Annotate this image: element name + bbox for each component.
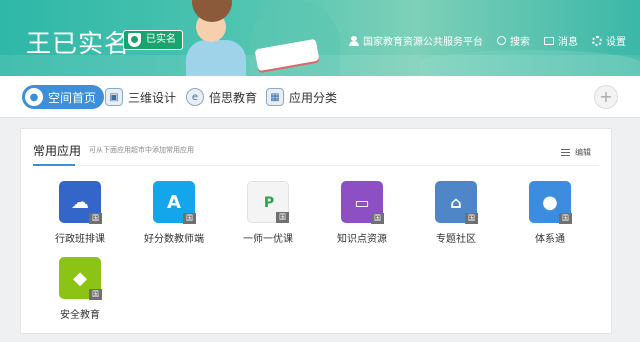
app-label: 体系通	[535, 234, 565, 245]
shield-icon	[128, 33, 141, 47]
app-label: 安全教育	[60, 310, 100, 321]
score-app-icon: A 国	[153, 181, 196, 224]
platform-link[interactable]: 国家教育资源公共服务平台	[349, 33, 483, 48]
settings-link[interactable]: 设置	[592, 33, 626, 48]
title-underline	[33, 164, 75, 166]
national-badge: 国	[371, 213, 384, 224]
settings-link-label: 设置	[606, 37, 626, 48]
app-label: 好分数教师端	[144, 234, 204, 245]
community-app-icon: ⌂ 国	[435, 181, 478, 224]
edit-button[interactable]: 编辑	[561, 147, 591, 158]
menu-icon	[561, 149, 570, 156]
edit-label: 编辑	[575, 148, 591, 157]
app-label: 行政班排课	[55, 234, 105, 245]
tab-space-home[interactable]: ● 空间首页	[22, 85, 105, 109]
person-icon	[349, 35, 359, 46]
category-icon: ▦	[266, 88, 284, 106]
platform-link-label: 国家教育资源公共服务平台	[363, 37, 483, 48]
national-badge: 国	[465, 213, 478, 224]
app-schedule[interactable]: ☁ 国 行政班排课	[40, 181, 120, 245]
home-icon: ●	[25, 88, 43, 106]
verified-badge: 已实名	[123, 30, 183, 50]
add-tab-button[interactable]: +	[594, 85, 618, 109]
national-badge: 国	[276, 212, 289, 223]
safety-app-icon: ◆ 国	[59, 257, 102, 300]
tab-app-category[interactable]: ▦ 应用分类	[263, 85, 345, 109]
messages-link-label: 消息	[558, 37, 578, 48]
app-system[interactable]: ● 国 体系通	[510, 181, 590, 245]
messages-link[interactable]: 消息	[544, 33, 578, 48]
tab-beisi-education[interactable]: e 倍思教育	[183, 85, 265, 109]
app-lesson[interactable]: P 国 一师一优课	[228, 181, 308, 245]
tab-label: 空间首页	[48, 90, 97, 105]
search-link-label: 搜索	[510, 37, 530, 48]
panel-title: 常用应用	[33, 144, 82, 158]
edu-icon: e	[186, 88, 204, 106]
system-app-icon: ● 国	[529, 181, 572, 224]
national-badge: 国	[183, 213, 196, 224]
panel-hint: 可从下面应用超市中添加常用应用	[89, 146, 194, 154]
reading-teacher-illustration	[180, 0, 330, 76]
national-badge: 国	[89, 213, 102, 224]
knowledge-app-icon: ▭ 国	[341, 181, 384, 224]
app-community[interactable]: ⌂ 国 专题社区	[416, 181, 496, 245]
search-link[interactable]: 搜索	[497, 33, 530, 48]
app-label: 知识点资源	[337, 234, 387, 245]
divider	[33, 165, 599, 166]
tab-3d-design[interactable]: ▣ 三维设计	[102, 85, 184, 109]
mail-icon	[544, 36, 554, 45]
schedule-app-icon: ☁ 国	[59, 181, 102, 224]
national-badge: 国	[559, 213, 572, 224]
app-safety[interactable]: ◆ 国 安全教育	[40, 257, 120, 321]
design-icon: ▣	[105, 88, 123, 106]
search-icon	[497, 36, 506, 45]
app-label: 一师一优课	[243, 234, 293, 245]
common-apps-panel: 常用应用 可从下面应用超市中添加常用应用 编辑 ☁ 国 行政班排课 A 国 好分…	[20, 128, 612, 334]
header-banner: 王已实名 已实名 国家教育资源公共服务平台 搜索 消息 设置	[0, 0, 640, 76]
app-knowledge[interactable]: ▭ 国 知识点资源	[322, 181, 402, 245]
app-score-teacher[interactable]: A 国 好分数教师端	[134, 181, 214, 245]
verified-label: 已实名	[146, 34, 176, 45]
user-name: 王已实名	[26, 29, 131, 58]
app-label: 专题社区	[436, 234, 476, 245]
gear-icon	[592, 35, 602, 46]
national-badge: 国	[89, 289, 102, 300]
lesson-app-icon: P 国	[247, 181, 289, 223]
tab-bar: ● 空间首页 ▣ 三维设计 e 倍思教育 ▦ 应用分类 +	[0, 76, 640, 118]
tab-label: 应用分类	[289, 90, 338, 105]
tab-label: 三维设计	[128, 90, 177, 105]
tab-label: 倍思教育	[209, 90, 258, 105]
top-nav: 国家教育资源公共服务平台 搜索 消息 设置	[335, 33, 626, 48]
